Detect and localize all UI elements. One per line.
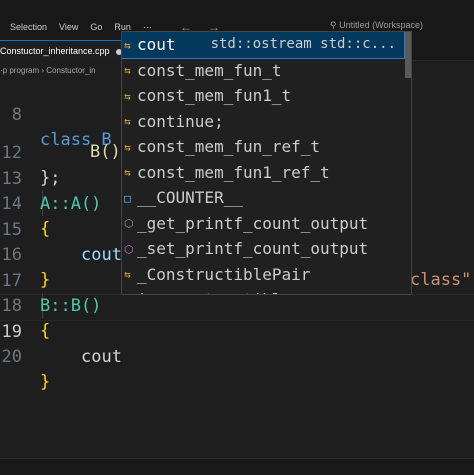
- suggestion-item[interactable]: ⇆ const_mem_fun_t: [122, 58, 404, 84]
- tab-label: Constuctor_inheritance.cpp: [0, 46, 110, 56]
- menu-view[interactable]: View: [59, 22, 78, 32]
- keyword-icon: ⇆: [124, 166, 131, 180]
- suggestion-item[interactable]: □ __COUNTER__: [122, 185, 404, 211]
- suggestion-label: const_mem_fun1_t: [137, 86, 292, 105]
- breadcrumb-file[interactable]: Constuctor_in: [46, 66, 95, 75]
- command-center[interactable]: ⚲ Untitled (Workspace): [330, 20, 423, 31]
- status-bar: [0, 458, 474, 475]
- code-line-current: 19 cout: [0, 295, 474, 367]
- suggestion-label: _set_printf_count_output: [137, 239, 369, 258]
- keyword-icon: ⇆: [124, 115, 131, 129]
- suggestion-widget: ⇆ cout std::ostream std::c... ⇆ const_mem_…: [121, 31, 412, 295]
- suggestion-label: const_mem_fun_ref_t: [137, 137, 321, 156]
- suggestion-item[interactable]: ⇆ cout std::ostream std::c...: [122, 32, 405, 59]
- suggestion-item[interactable]: ⇆ const_mem_fun1_ref_t: [122, 160, 404, 186]
- suggestion-label: _ConstructiblePair: [137, 264, 311, 284]
- suggestion-item[interactable]: ⇆ const_mem_fun_ref_t: [122, 134, 404, 160]
- method-icon: ⬡: [124, 242, 134, 256]
- suggestion-label: is_constructible: [137, 290, 291, 294]
- suggestion-item[interactable]: ⬡ _get_printf_count_output: [122, 211, 404, 237]
- menu-selection[interactable]: Selection: [10, 22, 47, 32]
- breadcrumb-separator: ›: [41, 66, 45, 75]
- suggestion-label: _get_printf_count_output: [137, 213, 369, 233]
- suggestion-item[interactable]: ⇆ const_mem_fun1_t: [122, 83, 404, 109]
- suggestion-item[interactable]: ⇆is_constructible: [122, 287, 404, 295]
- keyword-icon: ⇆: [124, 288, 137, 295]
- suggestion-item[interactable]: ⇆ continue;: [122, 109, 404, 135]
- keyword-icon: ⇆: [124, 140, 131, 154]
- keyword-icon: ⇆: [124, 64, 131, 78]
- code-text: cout: [81, 347, 122, 367]
- suggestion-label: const_mem_fun1_ref_t: [137, 162, 330, 182]
- code-line: 20 }: [0, 320, 474, 392]
- keyword-icon: ⇆: [124, 38, 131, 52]
- suggestion-label: continue;: [137, 111, 224, 131]
- suggestion-scrollbar[interactable]: [405, 32, 411, 78]
- method-icon: ⬡: [124, 217, 134, 231]
- suggestion-detail: std::ostream std::c...: [210, 36, 396, 52]
- code-text: }: [40, 372, 51, 392]
- menu-go[interactable]: Go: [90, 22, 102, 32]
- constant-icon: □: [124, 191, 131, 205]
- search-icon: ⚲: [330, 20, 337, 30]
- workspace-title: Untitled (Workspace): [339, 20, 423, 30]
- suggestion-label: const_mem_fun_t: [137, 60, 282, 80]
- breadcrumb-folder[interactable]: ·p program: [0, 66, 39, 75]
- line-number: 20: [1, 347, 22, 367]
- keyword-icon: ⇆: [124, 268, 131, 282]
- tab-active-file[interactable]: Constuctor_inheritance.cpp: [0, 40, 130, 61]
- suggestion-label: __COUNTER__: [137, 188, 243, 207]
- suggestion-label: cout: [137, 35, 176, 54]
- suggestion-item[interactable]: ⬡ _set_printf_count_output: [122, 236, 404, 262]
- keyword-icon: ⇆: [124, 89, 131, 103]
- suggestion-item[interactable]: ⇆ _ConstructiblePair: [122, 262, 404, 288]
